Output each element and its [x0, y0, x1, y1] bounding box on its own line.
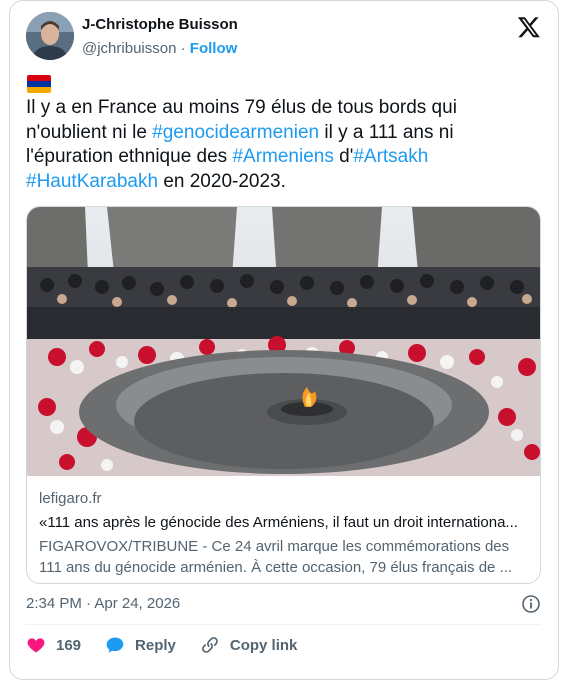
- tweet-text-segment: en 2020-2023.: [158, 170, 286, 192]
- hashtag-link[interactable]: #genocidearmenien: [152, 122, 319, 143]
- tweet-text-segment: d': [333, 146, 354, 167]
- heart-icon: [27, 638, 45, 653]
- hashtag-link[interactable]: #Armeniens: [232, 146, 333, 167]
- action-bar: 169 Reply Copy link: [26, 634, 321, 656]
- link-chain-icon: [202, 637, 218, 653]
- meta-separator: ·: [176, 40, 190, 57]
- follow-button[interactable]: Follow: [190, 40, 238, 57]
- like-button[interactable]: 169: [26, 635, 81, 655]
- x-logo-icon[interactable]: [517, 15, 541, 39]
- tweet-timestamp[interactable]: 2:34 PM · Apr 24, 2026: [26, 595, 180, 612]
- actions-divider: [26, 624, 541, 625]
- link-preview-card[interactable]: lefigaro.fr «111 ans après le génocide d…: [26, 206, 541, 584]
- reply-button[interactable]: Reply: [105, 635, 176, 655]
- hashtag-link[interactable]: #HautKarabakh: [26, 171, 158, 192]
- tweet-text: Il y a en France au moins 79 élus de tou…: [26, 96, 531, 194]
- link-domain: lefigaro.fr: [39, 490, 102, 507]
- info-icon[interactable]: [521, 594, 541, 614]
- reply-bubble-icon: [106, 637, 124, 653]
- author-avatar[interactable]: [26, 12, 74, 60]
- hashtag-link[interactable]: #Artsakh: [353, 146, 428, 167]
- author-meta: @jchribuisson · Follow: [82, 40, 237, 57]
- link-preview-info: lefigaro.fr «111 ans après le génocide d…: [39, 489, 529, 578]
- flag-stripe-orange: [27, 87, 51, 93]
- author-handle[interactable]: @jchribuisson: [82, 40, 176, 57]
- article-image: [27, 207, 540, 476]
- copy-link-button[interactable]: Copy link: [200, 635, 297, 655]
- link-description: FIGAROVOX/TRIBUNE - Ce 24 avril marque l…: [39, 538, 513, 576]
- author-name[interactable]: J-Christophe Buisson: [82, 16, 238, 33]
- armenia-flag-icon: [27, 75, 51, 93]
- avatar-photo: [26, 12, 74, 60]
- link-title[interactable]: «111 ans après le génocide des Arméniens…: [39, 512, 529, 534]
